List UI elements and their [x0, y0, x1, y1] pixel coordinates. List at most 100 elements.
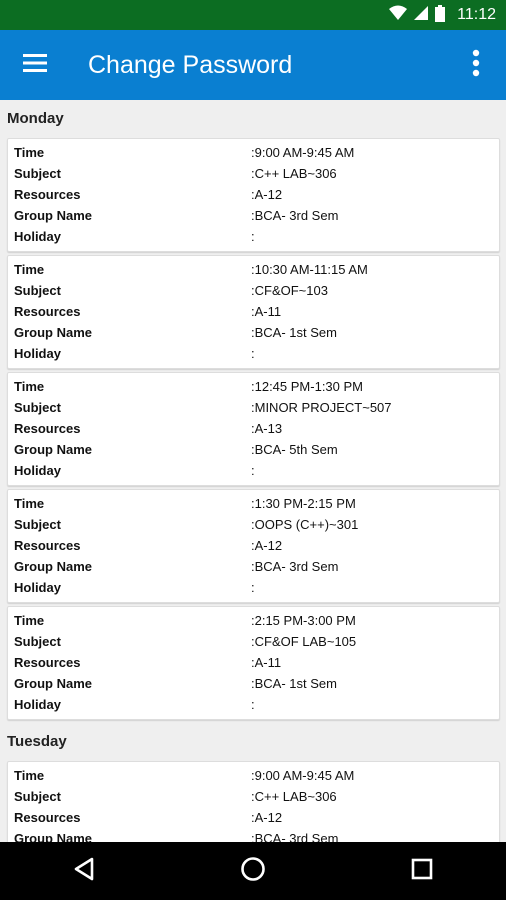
home-circle-icon — [240, 856, 266, 886]
resources-label: Resources — [14, 810, 81, 825]
status-bar: 11:12 — [0, 0, 506, 30]
subject-label: Subject — [14, 400, 61, 415]
subject-row: Subject:CF&OF LAB~105 — [8, 631, 499, 652]
time-value: :10:30 AM-11:15 AM — [251, 262, 368, 277]
subject-value: :C++ LAB~306 — [251, 789, 337, 804]
subject-value: :C++ LAB~306 — [251, 166, 337, 181]
battery-icon — [435, 4, 446, 26]
resources-row: Resources :A-12 — [8, 535, 499, 556]
app-bar: Change Password — [0, 30, 506, 100]
holiday-label: Holiday — [14, 346, 61, 361]
holiday-value: : — [251, 229, 255, 244]
subject-row: Subject:OOPS (C++)~301 — [8, 514, 499, 535]
day-header: Tuesday — [7, 733, 67, 750]
holiday-row: Holiday: — [8, 343, 499, 364]
recents-button[interactable] — [392, 842, 452, 900]
resources-value: :A-12 — [251, 187, 283, 202]
resources-value: :A-11 — [251, 655, 282, 670]
back-button[interactable] — [54, 842, 114, 900]
subject-row: Subject :MINOR PROJECT~507 — [8, 397, 499, 418]
hamburger-icon — [23, 54, 47, 76]
group-value: :BCA- 5th Sem — [251, 442, 338, 457]
subject-row: Subject :C++ LAB~306 — [8, 163, 499, 184]
menu-button[interactable] — [0, 30, 70, 100]
time-row: Time :9:00 AM-9:45 AM — [8, 142, 499, 163]
timetable-card[interactable]: Time :2:15 PM-3:00 PM Subject:CF&OF LAB~10… — [7, 606, 500, 720]
group-label: Group Name — [14, 442, 93, 457]
holiday-row: Holiday: — [8, 460, 499, 481]
time-row: Time :2:15 PM-3:00 PM — [8, 610, 499, 631]
time-label: Time — [14, 262, 45, 277]
timetable-card[interactable]: Time :12:45 PM-1:30 PM Subject :MINOR PROJE… — [7, 372, 500, 486]
time-row: Time :1:30 PM-2:15 PM — [8, 493, 499, 514]
subject-row: Subject :CF&OF~103 — [8, 280, 499, 301]
group-row: Group Name :BCA- 5th Sem — [8, 439, 499, 460]
group-label: Group Name — [14, 559, 93, 574]
resources-row: Resources:A-11 — [8, 652, 499, 673]
home-button[interactable] — [223, 842, 283, 900]
resources-row: Resources :A-11 — [8, 301, 499, 322]
timetable-card[interactable]: Time :1:30 PM-2:15 PM Subject:OOPS (C++)~3… — [7, 489, 500, 603]
holiday-row: Holiday: — [8, 694, 499, 715]
resources-value: :A-11 — [251, 304, 282, 319]
subject-value: :MINOR PROJECT~507 — [251, 400, 392, 415]
group-label: Group Name — [14, 325, 93, 340]
navigation-bar — [0, 842, 506, 900]
holiday-label: Holiday — [14, 463, 61, 478]
holiday-label: Holiday — [14, 229, 61, 244]
time-value: :1:30 PM-2:15 PM — [251, 496, 356, 511]
subject-value: :OOPS (C++)~301 — [251, 517, 359, 532]
resources-label: Resources — [14, 421, 81, 436]
day-header: Monday — [7, 110, 64, 127]
timetable-list[interactable]: Monday Time :9:00 AM-9:45 AM Subject :C++ LA… — [0, 100, 506, 842]
status-time: 11:12 — [457, 6, 496, 23]
resources-row: Resources:A-12 — [8, 184, 499, 205]
resources-label: Resources — [14, 538, 81, 553]
time-value: :12:45 PM-1:30 PM — [251, 379, 363, 394]
resources-value: :A-13 — [251, 421, 283, 436]
group-label: Group Name — [14, 208, 93, 223]
wifi-icon — [389, 5, 408, 25]
time-label: Time — [14, 768, 45, 783]
page-title: Change Password — [88, 50, 293, 79]
timetable-card[interactable]: Time :10:30 AM-11:15 AM Subject :CF&OF~103 R… — [7, 255, 500, 369]
time-label: Time — [14, 379, 45, 394]
time-label: Time — [14, 613, 45, 628]
group-value: :BCA- 3rd Sem — [251, 208, 339, 223]
group-label: Group Name — [14, 676, 93, 691]
subject-value: :CF&OF~103 — [251, 283, 328, 298]
overflow-menu-button[interactable] — [446, 30, 506, 100]
signal-icon — [413, 5, 429, 25]
recents-square-icon — [411, 858, 433, 884]
subject-value: :CF&OF LAB~105 — [251, 634, 357, 649]
holiday-row: Holiday: — [8, 577, 499, 598]
group-row: Group Name :BCA- 1st Sem — [8, 673, 499, 694]
group-value: :BCA- 1st Sem — [251, 325, 337, 340]
group-row: Group Name :BCA- 3rd Sem — [8, 828, 499, 842]
time-value: :2:15 PM-3:00 PM — [251, 613, 356, 628]
subject-label: Subject — [14, 166, 61, 181]
timetable-card[interactable]: Time :9:00 AM-9:45 AM Subject :C++ LAB~306 R… — [7, 138, 500, 252]
time-label: Time — [14, 496, 45, 511]
resources-value: :A-12 — [251, 538, 283, 553]
timetable-card[interactable]: Time:9:00 AM-9:45 AM Subject:C++ LAB~306 R… — [7, 761, 500, 842]
more-vert-icon — [472, 49, 480, 81]
time-label: Time — [14, 145, 45, 160]
holiday-value: : — [251, 463, 255, 478]
time-row: Time :10:30 AM-11:15 AM — [8, 259, 499, 280]
resources-row: Resources :A-12 — [8, 807, 499, 828]
subject-row: Subject:C++ LAB~306 — [8, 786, 499, 807]
group-value: :BCA- 3rd Sem — [251, 559, 339, 574]
group-row: Group Name :BCA- 1st Sem — [8, 322, 499, 343]
resources-value: :A-12 — [251, 810, 283, 825]
subject-label: Subject — [14, 283, 61, 298]
group-value: :BCA- 3rd Sem — [251, 831, 339, 842]
group-label: Group Name — [14, 831, 93, 842]
group-row: Group Name :BCA- 3rd Sem — [8, 556, 499, 577]
back-triangle-icon — [73, 857, 95, 885]
group-row: Group Name :BCA- 3rd Sem — [8, 205, 499, 226]
group-value: :BCA- 1st Sem — [251, 676, 337, 691]
time-value: :9:00 AM-9:45 AM — [251, 145, 355, 160]
time-value: :9:00 AM-9:45 AM — [251, 768, 355, 783]
resources-label: Resources — [14, 304, 81, 319]
